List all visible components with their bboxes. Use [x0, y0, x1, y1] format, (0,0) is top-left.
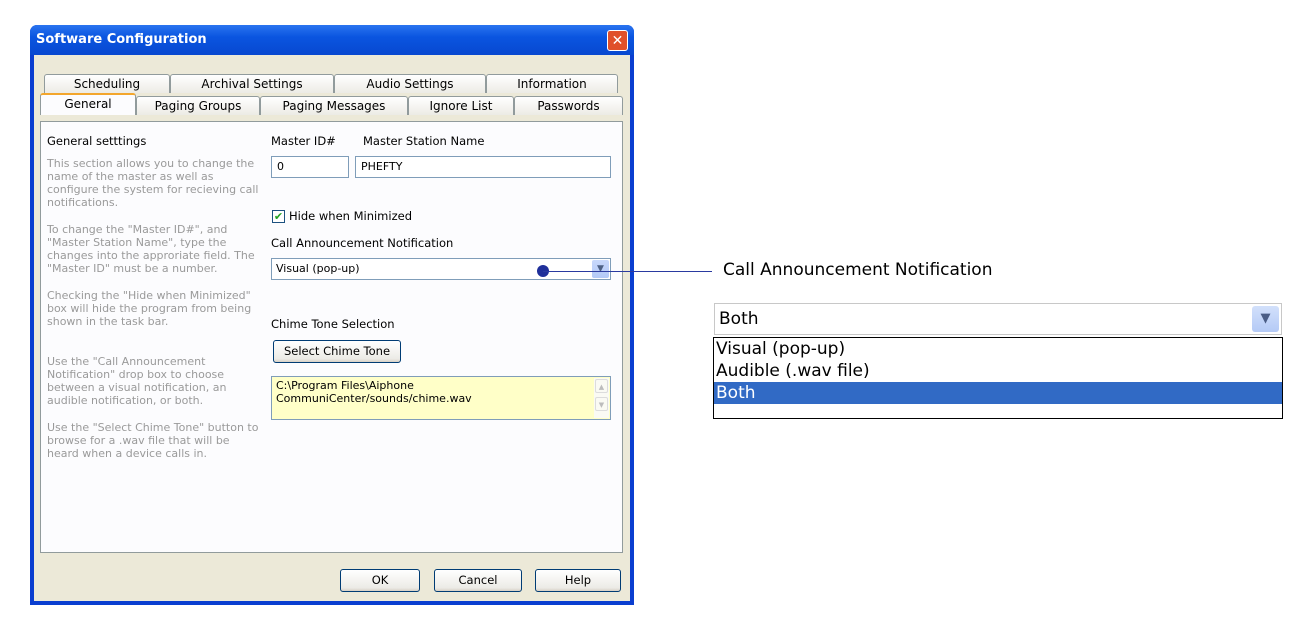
dropdown-option-visual[interactable]: Visual (pop-up)	[714, 338, 1282, 360]
master-id-label: Master ID#	[271, 134, 336, 148]
tab-passwords[interactable]: Passwords	[514, 96, 623, 115]
zoom-dropdown-list: Visual (pop-up) Audible (.wav file) Both	[713, 337, 1283, 419]
chime-path-scrollbar[interactable]: ▲ ▼	[594, 378, 609, 418]
help-button[interactable]: Help	[535, 569, 621, 592]
call-announcement-label: Call Announcement Notification	[271, 236, 454, 250]
dropdown-option-both[interactable]: Both	[714, 382, 1282, 404]
dropdown-option-audible[interactable]: Audible (.wav file)	[714, 360, 1282, 382]
tab-audio-settings[interactable]: Audio Settings	[334, 74, 486, 93]
master-station-name-input[interactable]: PHEFTY	[355, 156, 611, 178]
tab-ignore-list[interactable]: Ignore List	[408, 96, 514, 115]
software-configuration-window: Software Configuration ✕ Scheduling Arch…	[30, 25, 634, 605]
window-title: Software Configuration	[36, 32, 207, 47]
general-settings-panel: General setttings This section allows yo…	[40, 121, 623, 553]
tab-paging-messages[interactable]: Paging Messages	[260, 96, 408, 115]
tab-general[interactable]: General	[40, 93, 136, 115]
callout-line	[543, 271, 712, 272]
call-announcement-select[interactable]: Visual (pop-up) ▼	[271, 258, 611, 280]
title-bar[interactable]: Software Configuration ✕	[30, 25, 634, 55]
call-announcement-value: Visual (pop-up)	[276, 262, 360, 275]
chevron-down-icon[interactable]: ▼	[1252, 306, 1279, 332]
scroll-down-icon[interactable]: ▼	[595, 397, 608, 411]
scroll-up-icon[interactable]: ▲	[595, 379, 608, 393]
help-text-chime: Use the "Select Chime Tone" button to br…	[47, 421, 259, 460]
select-chime-tone-button[interactable]: Select Chime Tone	[273, 340, 401, 363]
ok-button[interactable]: OK	[340, 569, 420, 592]
tab-information[interactable]: Information	[486, 74, 618, 93]
master-station-name-label: Master Station Name	[363, 134, 485, 148]
tab-archival-settings[interactable]: Archival Settings	[170, 74, 334, 93]
zoom-call-announcement-label: Call Announcement Notification	[723, 260, 993, 280]
hide-when-minimized-label: Hide when Minimized	[289, 209, 412, 223]
hide-when-minimized-checkbox[interactable]: ✔	[272, 210, 285, 223]
chevron-down-icon[interactable]: ▼	[592, 260, 609, 278]
help-text-intro: This section allows you to change the na…	[47, 157, 259, 209]
chime-path-field[interactable]: C:\Program Files\Aiphone CommuniCenter/s…	[271, 376, 611, 420]
tab-scheduling[interactable]: Scheduling	[44, 74, 170, 93]
chime-tone-label: Chime Tone Selection	[271, 317, 395, 331]
general-settings-heading: General setttings	[47, 134, 147, 148]
window-client-area: Scheduling Archival Settings Audio Setti…	[34, 55, 630, 601]
chime-path-text: C:\Program Files\Aiphone CommuniCenter/s…	[276, 379, 472, 405]
tab-paging-groups[interactable]: Paging Groups	[136, 96, 260, 115]
help-text-master: To change the "Master ID#", and "Master …	[47, 223, 255, 275]
close-button[interactable]: ✕	[607, 30, 628, 51]
zoom-call-announcement-select[interactable]: Both ▼	[714, 303, 1282, 335]
cancel-button[interactable]: Cancel	[434, 569, 522, 592]
help-text-notification: Use the "Call Announcement Notification"…	[47, 355, 227, 407]
help-text-hide: Checking the "Hide when Minimized" box w…	[47, 289, 252, 328]
zoom-select-value: Both	[719, 309, 759, 329]
master-id-input[interactable]: 0	[271, 156, 349, 178]
